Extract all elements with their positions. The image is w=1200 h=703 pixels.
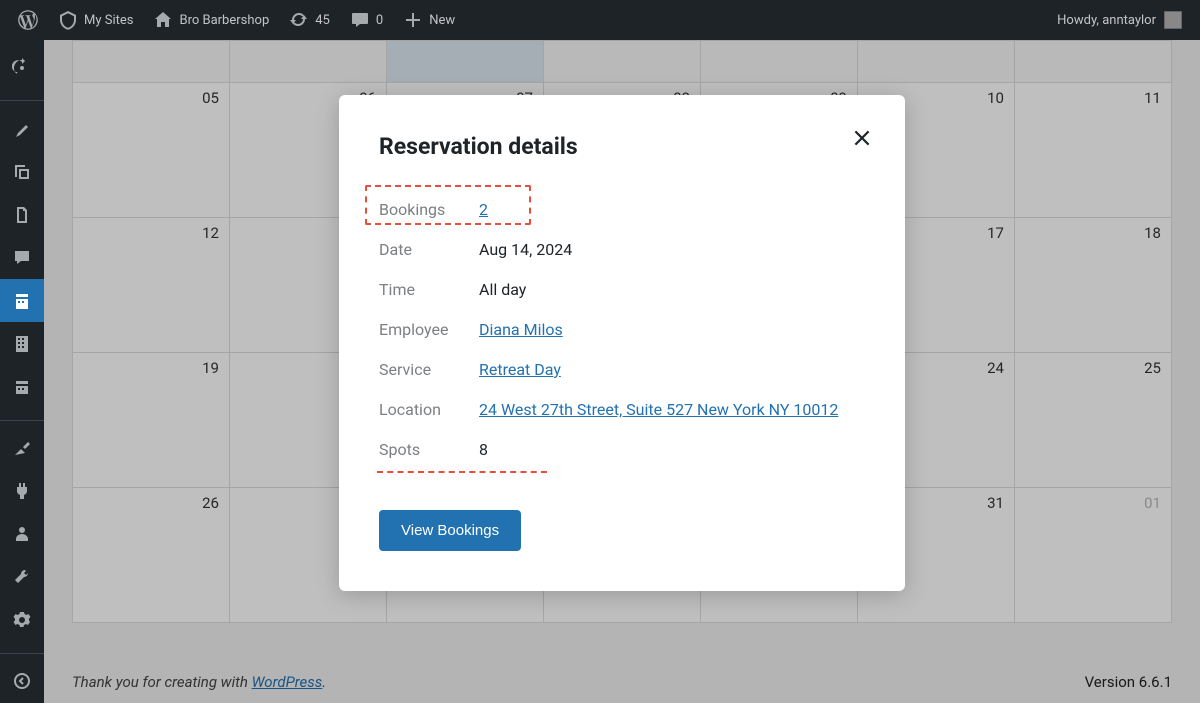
row-employee: Employee Diana Milos xyxy=(379,310,865,350)
date-value: Aug 14, 2024 xyxy=(479,238,572,262)
row-bookings: Bookings 2 xyxy=(379,190,865,230)
employee-link[interactable]: Diana Milos xyxy=(479,320,563,339)
comment-icon xyxy=(350,10,370,30)
wordpress-icon xyxy=(18,10,38,30)
bookings-link[interactable]: 2 xyxy=(479,200,488,219)
menu-posts[interactable] xyxy=(0,107,44,150)
modal-overlay[interactable]: Reservation details Bookings 2 Date Aug … xyxy=(44,40,1200,703)
row-time: Time All day xyxy=(379,270,865,310)
menu-building[interactable] xyxy=(0,322,44,365)
reservation-modal: Reservation details Bookings 2 Date Aug … xyxy=(339,95,905,591)
menu-pages[interactable] xyxy=(0,193,44,236)
close-icon xyxy=(851,134,873,153)
time-value: All day xyxy=(479,278,526,302)
avatar xyxy=(1164,11,1182,29)
row-spots: Spots 8 xyxy=(379,430,865,470)
bookings-label: Bookings xyxy=(379,198,479,222)
menu-appearance[interactable] xyxy=(0,427,44,470)
plus-icon xyxy=(403,10,423,30)
row-service: Service Retreat Day xyxy=(379,350,865,390)
comments-count: 0 xyxy=(376,13,383,28)
menu-bookings[interactable] xyxy=(0,279,44,322)
new-label: New xyxy=(429,13,455,28)
menu-calendar[interactable] xyxy=(0,366,44,409)
admin-bar: My Sites Bro Barbershop 45 0 New xyxy=(0,0,1200,40)
new-link[interactable]: New xyxy=(393,0,465,40)
my-sites-label: My Sites xyxy=(84,13,133,28)
view-bookings-button[interactable]: View Bookings xyxy=(379,510,521,551)
menu-dashboard[interactable] xyxy=(0,46,44,89)
menu-comments[interactable] xyxy=(0,236,44,279)
modal-title: Reservation details xyxy=(379,133,865,160)
service-link[interactable]: Retreat Day xyxy=(479,360,561,379)
location-label: Location xyxy=(379,398,479,422)
my-sites-link[interactable]: My Sites xyxy=(48,0,143,40)
date-label: Date xyxy=(379,238,479,262)
employee-label: Employee xyxy=(379,318,479,342)
account-link[interactable]: Howdy, anntaylor xyxy=(1047,11,1192,29)
service-label: Service xyxy=(379,358,479,382)
updates-count: 45 xyxy=(315,13,330,28)
site-name-label: Bro Barbershop xyxy=(179,13,269,28)
row-date: Date Aug 14, 2024 xyxy=(379,230,865,270)
greeting-label: Howdy, anntaylor xyxy=(1057,13,1156,28)
spots-label: Spots xyxy=(379,438,479,462)
spots-value: 8 xyxy=(479,438,488,462)
close-button[interactable] xyxy=(851,127,873,153)
annotation-highlight xyxy=(377,471,547,473)
location-link[interactable]: 24 West 27th Street, Suite 527 New York … xyxy=(479,400,838,419)
menu-media[interactable] xyxy=(0,150,44,193)
refresh-icon xyxy=(289,10,309,30)
wp-logo[interactable] xyxy=(8,0,48,40)
menu-settings[interactable] xyxy=(0,599,44,642)
sites-icon xyxy=(58,10,78,30)
home-icon xyxy=(153,10,173,30)
menu-collapse[interactable] xyxy=(0,660,44,703)
row-location: Location 24 West 27th Street, Suite 527 … xyxy=(379,390,865,430)
menu-tools[interactable] xyxy=(0,556,44,599)
menu-plugins[interactable] xyxy=(0,470,44,513)
side-menu xyxy=(0,40,44,703)
comments-link[interactable]: 0 xyxy=(340,0,393,40)
updates-link[interactable]: 45 xyxy=(279,0,340,40)
site-name-link[interactable]: Bro Barbershop xyxy=(143,0,279,40)
menu-users[interactable] xyxy=(0,513,44,556)
time-label: Time xyxy=(379,278,479,302)
